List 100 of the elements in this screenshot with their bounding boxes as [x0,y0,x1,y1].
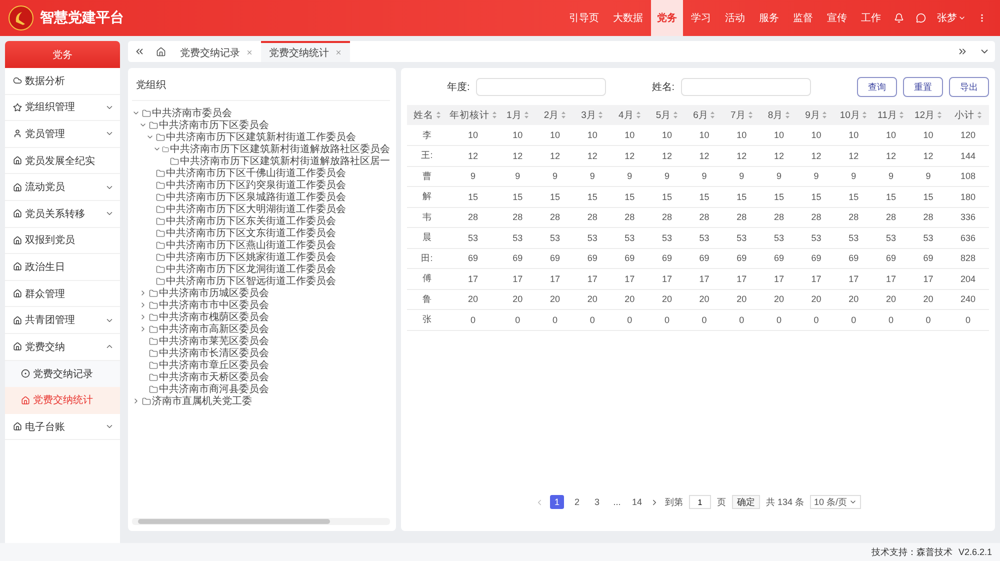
action-button[interactable]: 重置 [903,77,943,97]
home-icon [13,422,22,432]
sort-icon[interactable] [636,111,641,119]
table-cell: 0 [947,310,989,330]
confirm-button[interactable]: 确定 [732,495,760,509]
table-cell: 20 [760,289,798,310]
sort-icon[interactable] [937,111,942,119]
caret-icon[interactable] [139,121,147,129]
nav-item[interactable]: 监督 [787,0,819,36]
sort-icon[interactable] [524,111,529,119]
nav-item[interactable]: 服务 [753,0,785,36]
tree-node[interactable]: 中共济南市历下区委员会 [159,118,269,132]
tree-node[interactable]: 中共济南市槐荫区委员会 [159,310,269,324]
tree-node[interactable]: 中共济南市历城区委员会 [159,286,269,300]
nav-item[interactable]: 大数据 [607,0,649,36]
close-icon[interactable] [246,49,253,56]
nav-item[interactable]: 引导页 [563,0,605,36]
table-cell: 636 [947,228,989,248]
caret-icon[interactable] [139,313,147,321]
home-icon[interactable] [156,46,166,56]
sort-icon[interactable] [673,111,678,119]
caret-icon[interactable] [132,397,140,405]
table-cell: 53 [722,228,760,248]
tab[interactable]: 党费交纳统计 [261,41,350,62]
tree-node[interactable]: 中共济南市高新区委员会 [159,322,269,336]
page-button[interactable]: 1 [550,495,564,509]
caret-icon[interactable] [139,325,147,333]
table-cell: 9 [610,166,648,186]
close-icon[interactable] [335,49,342,56]
caret-icon[interactable] [146,133,154,141]
tree-node[interactable]: 中共济南市商河县委员会 [159,382,269,396]
tree-node[interactable]: 中共济南市历下区文东街道工作委员会 [166,226,336,240]
scroll-right-icon[interactable] [956,46,968,57]
nav-item[interactable]: 党务 [651,0,683,36]
nav-item[interactable]: 宣传 [821,0,853,36]
tree-node[interactable]: 中共济南市委员会 [152,106,232,120]
sort-icon[interactable] [862,111,868,119]
sort-icon[interactable] [899,111,904,119]
scroll-left-icon[interactable] [134,46,144,57]
tree-node[interactable]: 中共济南市历下区龙洞街道工作委员会 [166,262,336,276]
tree-node[interactable]: 中共济南市历下区东关街道工作委员会 [166,214,336,228]
tree-node[interactable]: 中共济南市历下区建筑新村街道解放路社区居一 [180,154,390,168]
home-icon [13,316,22,325]
user-menu[interactable]: 张梦 [933,0,970,36]
caret-icon[interactable] [132,109,140,117]
nav-item[interactable]: 活动 [719,0,751,36]
tree-node[interactable]: 中共济南市长清区委员会 [159,346,269,360]
caret-icon[interactable] [153,145,161,153]
sidebar-subitem[interactable]: 党费交纳记录 [5,360,120,388]
action-button[interactable]: 查询 [857,77,897,97]
tree-node[interactable]: 中共济南市历下区建筑新村街道工作委员会 [166,130,356,144]
folder-icon [156,180,165,190]
page-button[interactable]: 3 [590,495,604,509]
page-size-select[interactable]: 10 条/页 [810,495,862,509]
tree-node[interactable]: 中共济南市历下区姚家街道工作委员会 [166,250,336,264]
nav-item[interactable]: 学习 [685,0,717,36]
scrollbar[interactable] [132,518,390,525]
tree-node[interactable]: 中共济南市历下区智远街道工作委员会 [166,274,336,288]
table-cell: 15 [760,186,798,207]
sort-icon[interactable] [598,111,604,119]
tree-node[interactable]: 中共济南市历下区趵突泉街道工作委员会 [166,178,346,192]
page-button[interactable]: ... [610,495,624,509]
action-button[interactable]: 导出 [949,77,989,97]
table-cell: 10 [536,125,574,146]
folder-icon [170,156,179,166]
sort-icon[interactable] [822,111,828,119]
tree-node[interactable]: 中共济南市历下区建筑新村街道解放路社区委员会 [170,142,390,156]
input-field[interactable] [680,78,811,96]
input-field[interactable] [476,78,606,96]
tree-node[interactable]: 中共济南市莱芜区委员会 [159,334,269,348]
sidebar-item[interactable]: 电子台账 [5,414,120,440]
table-cell: 53 [536,228,574,248]
caret-icon[interactable] [139,289,147,297]
tree-node[interactable]: 中共济南市历下区燕山街道工作委员会 [166,238,336,252]
sort-icon[interactable] [748,111,753,119]
tree-node[interactable]: 济南市直属机关党工委 [152,394,252,408]
tree-node[interactable]: 中共济南市历下区泉城路街道工作委员会 [166,190,346,204]
sort-icon[interactable] [976,111,982,119]
page-button[interactable]: 14 [630,495,644,509]
tree-node[interactable]: 中共济南市天桥区委员会 [159,370,269,384]
page-input[interactable]: 1 [688,495,711,509]
sort-icon[interactable] [710,111,716,119]
tree-node[interactable]: 中共济南市章丘区委员会 [159,358,269,372]
table-cell: 解 [407,186,447,207]
tree-node[interactable]: 中共济南市历下区大明湖街道工作委员会 [166,202,346,216]
caret-icon[interactable] [139,301,147,309]
tree-node[interactable]: 中共济南市历下区千佛山街道工作委员会 [166,166,346,180]
bell-icon[interactable] [894,13,904,23]
sort-icon[interactable] [785,111,790,119]
sidebar-subitem[interactable]: 党费交纳统计 [5,387,120,414]
sidebar-item[interactable]: 党组织管理 [5,94,120,122]
nav-item[interactable]: 工作 [855,0,887,36]
sort-icon[interactable] [436,111,440,119]
tree-node[interactable]: 中共济南市市中区委员会 [159,298,269,312]
page-button[interactable]: 2 [570,495,584,509]
table-cell: 15 [834,186,872,207]
sort-icon[interactable] [492,111,496,119]
chat-icon[interactable] [916,13,926,23]
sidebar-item[interactable]: 双报到党员 [5,228,120,254]
sort-icon[interactable] [561,111,566,119]
